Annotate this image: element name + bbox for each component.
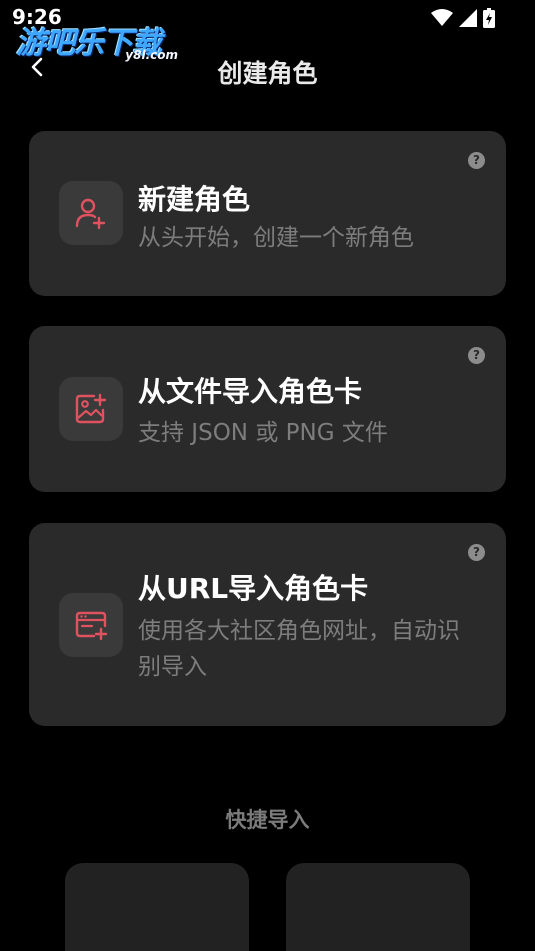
help-icon[interactable]: ? — [468, 544, 485, 561]
battery-icon — [483, 8, 495, 28]
card-title: 从文件导入角色卡 — [138, 375, 363, 408]
page-title: 创建角色 — [217, 59, 318, 88]
status-icons — [431, 8, 495, 28]
wifi-icon — [431, 9, 453, 26]
import-file-card[interactable]: ? 从文件导入角色卡 支持 JSON 或 PNG 文件 — [29, 326, 506, 492]
card-description: 使用各大社区角色网址，自动识别导入 — [138, 618, 460, 680]
card-description: 从头开始，创建一个新角色 — [138, 225, 414, 251]
image-add-icon — [59, 377, 123, 441]
person-add-icon — [59, 181, 123, 245]
help-icon[interactable]: ? — [468, 152, 485, 169]
quick-import-label: 快捷导入 — [225, 808, 310, 832]
help-icon[interactable]: ? — [468, 347, 485, 364]
create-character-screen: 9:26 游吧乐下载 y8l.com 创建角色 ? 新建角色 从头开始，创建一个… — [0, 0, 535, 951]
import-url-card[interactable]: ? 从URL导入角色卡 使用各大社区角色网址，自动识别导入 — [29, 523, 506, 726]
card-title: 从URL导入角色卡 — [138, 572, 369, 605]
quick-import-tile[interactable] — [286, 863, 470, 951]
cell-signal-icon — [459, 9, 477, 27]
card-description: 支持 JSON 或 PNG 文件 — [138, 420, 388, 446]
card-title: 新建角色 — [138, 183, 251, 216]
new-character-card[interactable]: ? 新建角色 从头开始，创建一个新角色 — [29, 131, 506, 296]
quick-import-tile[interactable] — [65, 863, 249, 951]
browser-add-icon — [59, 593, 123, 657]
